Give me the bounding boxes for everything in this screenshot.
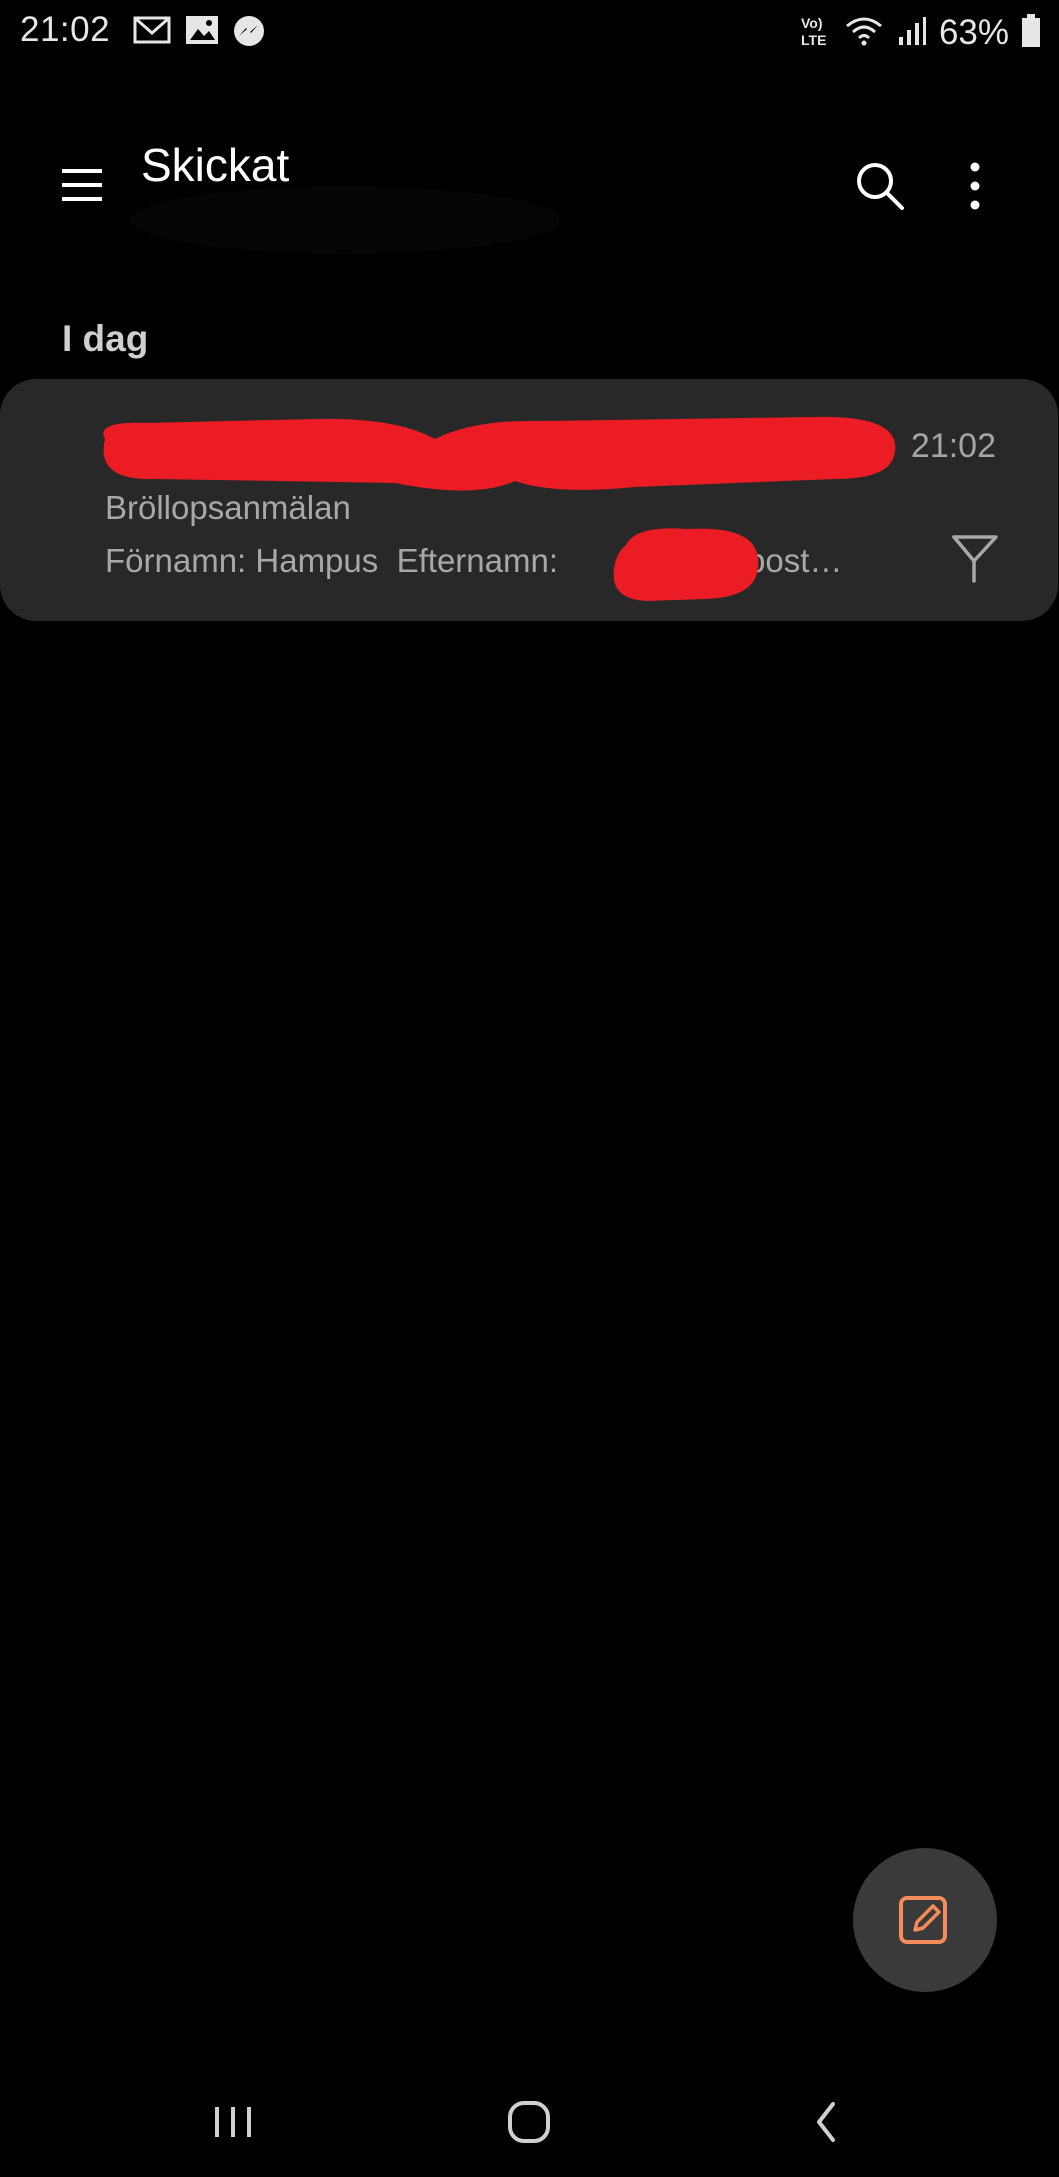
compose-icon <box>899 1896 947 1944</box>
mail-subject: Bröllopsanmälan <box>105 489 351 526</box>
gmail-icon <box>132 14 172 51</box>
recent-apps-icon <box>215 2107 251 2137</box>
svg-text:Vo): Vo) <box>801 15 823 31</box>
app-bar: Skickat <box>0 120 1059 260</box>
home-icon <box>508 2101 550 2143</box>
battery-icon <box>1021 13 1041 53</box>
more-options-icon <box>970 162 980 210</box>
search-button[interactable] <box>852 158 908 214</box>
messenger-icon <box>231 14 267 55</box>
volte-icon: Vo) LTE <box>799 13 831 54</box>
more-options-button[interactable] <box>955 156 995 216</box>
mail-list-item[interactable]: 21:02 Bröllopsanmälan Förnamn: Hampus Ef… <box>0 379 1058 621</box>
section-header-today: I dag <box>62 318 149 359</box>
svg-text:LTE: LTE <box>801 32 826 48</box>
preview-first-name: Förnamn: Hampus <box>105 542 379 579</box>
wifi-icon <box>843 14 885 53</box>
back-icon <box>817 2102 835 2142</box>
flag-button[interactable] <box>950 531 1000 585</box>
menu-button[interactable] <box>58 160 108 210</box>
status-right-group: Vo) LTE 63% <box>799 8 1041 58</box>
gallery-icon <box>184 14 220 51</box>
redacted-account-name <box>130 186 560 254</box>
flag-icon <box>952 535 998 583</box>
back-button[interactable] <box>791 2091 861 2153</box>
status-bar: 21:02 Vo) LTE 63% <box>0 0 1059 66</box>
preview-last-name-label: Efternamn: <box>396 542 559 579</box>
menu-icon <box>62 169 102 201</box>
search-icon <box>857 163 904 210</box>
battery-percent: 63% <box>938 13 1009 52</box>
status-time: 21:02 <box>20 10 111 49</box>
recent-apps-button[interactable] <box>198 2091 268 2153</box>
compose-button[interactable] <box>853 1848 997 1992</box>
signal-icon <box>897 15 927 52</box>
redacted-last-name <box>613 528 759 601</box>
mail-time: 21:02 <box>910 427 996 465</box>
home-button[interactable] <box>494 2091 564 2153</box>
navigation-bar <box>0 2065 1059 2177</box>
